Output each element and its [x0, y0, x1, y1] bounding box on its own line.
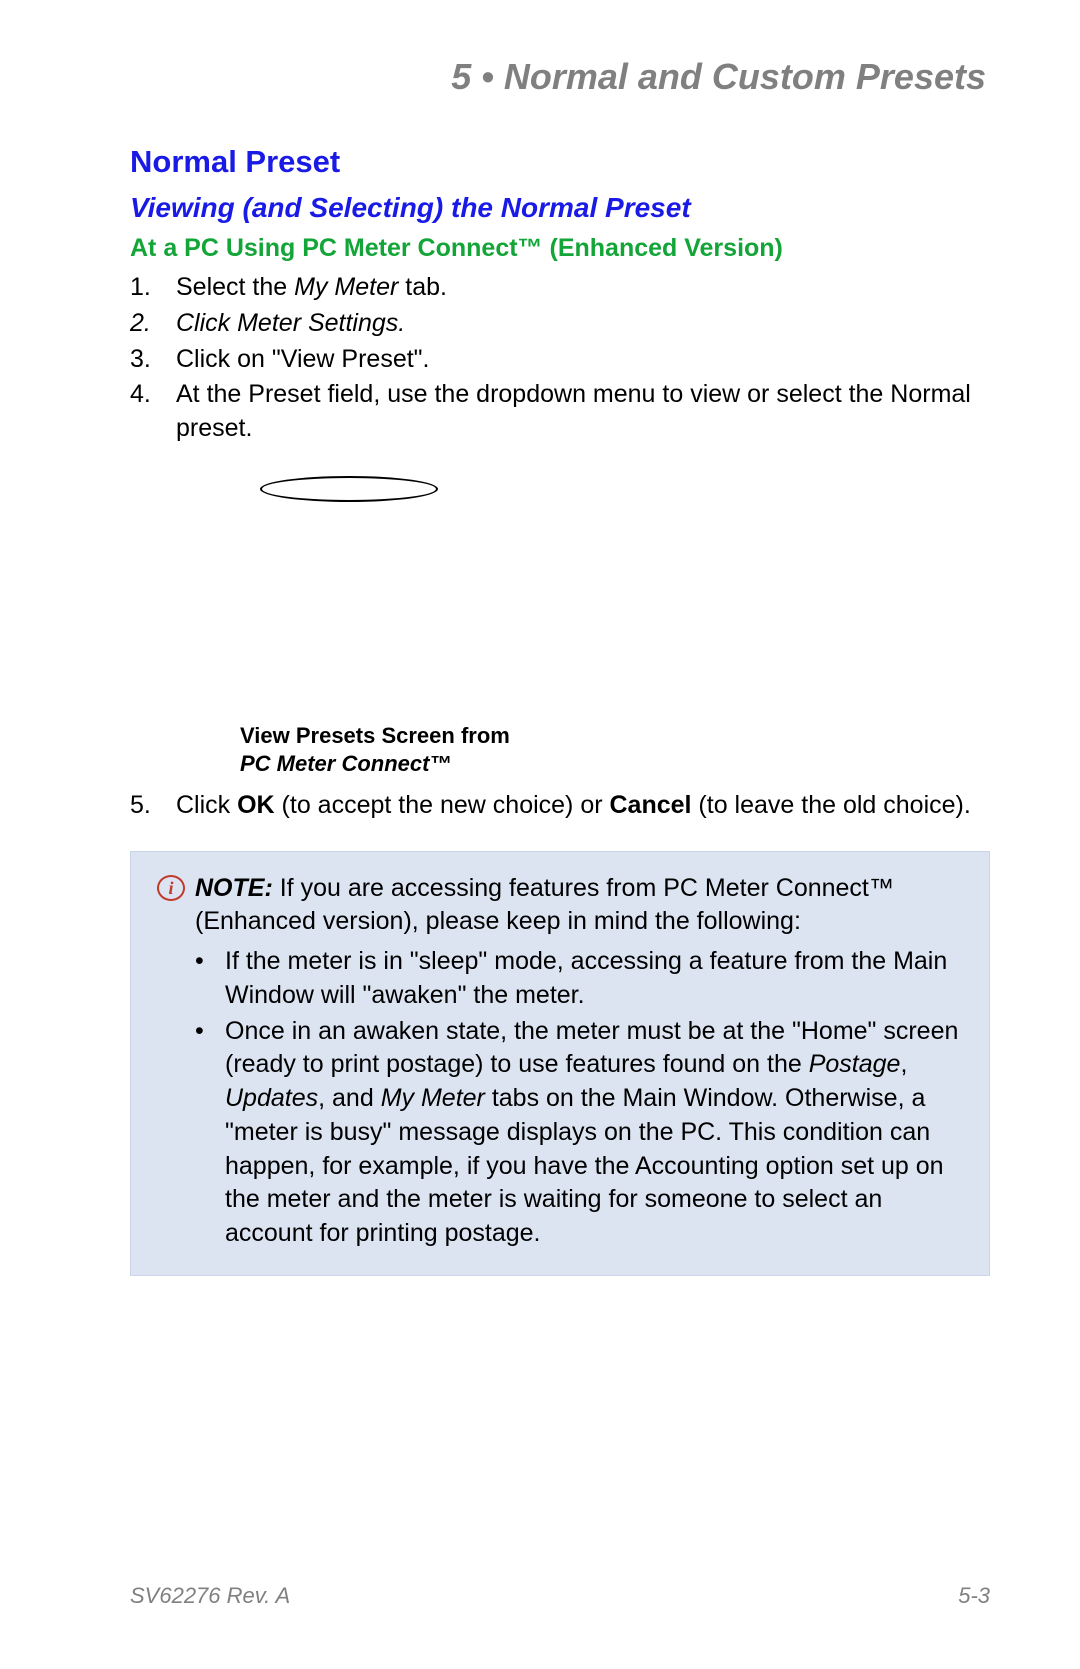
- step-text: Click OK (to accept the new choice) or C…: [176, 789, 990, 823]
- note-bullet-item: If the meter is in "sleep" mode, accessi…: [195, 945, 963, 1013]
- step-text: Select the My Meter tab.: [176, 271, 990, 305]
- note-box: i NOTE: If you are accessing features fr…: [130, 851, 990, 1276]
- step-number: 3.: [130, 343, 176, 377]
- figure-caption-line1: View Presets Screen from: [240, 722, 840, 751]
- step-item: 4. At the Preset field, use the dropdown…: [130, 378, 990, 446]
- figure-caption-line2: PC Meter Connect™: [240, 750, 840, 779]
- step-text: Click Meter Settings.: [176, 307, 990, 341]
- note-intro: i NOTE: If you are accessing features fr…: [157, 872, 963, 940]
- step-text: At the Preset field, use the dropdown me…: [176, 378, 990, 446]
- step-item: 3. Click on "View Preset".: [130, 343, 990, 377]
- footer-pagenum: 5-3: [958, 1583, 990, 1609]
- step-item: 2. Click Meter Settings.: [130, 307, 990, 341]
- step-number: 1.: [130, 271, 176, 305]
- chapter-bullet: •: [481, 56, 494, 97]
- step-item: 5. Click OK (to accept the new choice) o…: [130, 789, 990, 823]
- page-footer: SV62276 Rev. A 5-3: [130, 1583, 990, 1609]
- note-bullet-item: Once in an awaken state, the meter must …: [195, 1015, 963, 1251]
- chapter-number: 5: [451, 56, 471, 97]
- steps-list: 1. Select the My Meter tab. 2. Click Met…: [130, 271, 990, 446]
- figure-caption: View Presets Screen from PC Meter Connec…: [240, 722, 840, 779]
- footer-docid: SV62276 Rev. A: [130, 1583, 290, 1609]
- step-number: 4.: [130, 378, 176, 446]
- step-item: 1. Select the My Meter tab.: [130, 271, 990, 305]
- info-icon: i: [157, 875, 185, 901]
- chapter-title: Normal and Custom Presets: [504, 56, 986, 97]
- subsection-heading: Viewing (and Selecting) the Normal Prese…: [130, 192, 990, 224]
- ellipse-callout-icon: [260, 476, 438, 502]
- step-number: 2.: [130, 307, 176, 341]
- figure-area: View Presets Screen from PC Meter Connec…: [240, 476, 840, 779]
- note-intro-text: NOTE: If you are accessing features from…: [195, 872, 963, 940]
- step-text: Click on "View Preset".: [176, 343, 990, 377]
- section-heading: Normal Preset: [130, 144, 990, 180]
- steps-list-cont: 5. Click OK (to accept the new choice) o…: [130, 789, 990, 823]
- step-number: 5.: [130, 789, 176, 823]
- chapter-header: 5 • Normal and Custom Presets: [130, 56, 990, 98]
- subsub-heading: At a PC Using PC Meter Connect™ (Enhance…: [130, 234, 990, 263]
- note-bullets: If the meter is in "sleep" mode, accessi…: [157, 945, 963, 1251]
